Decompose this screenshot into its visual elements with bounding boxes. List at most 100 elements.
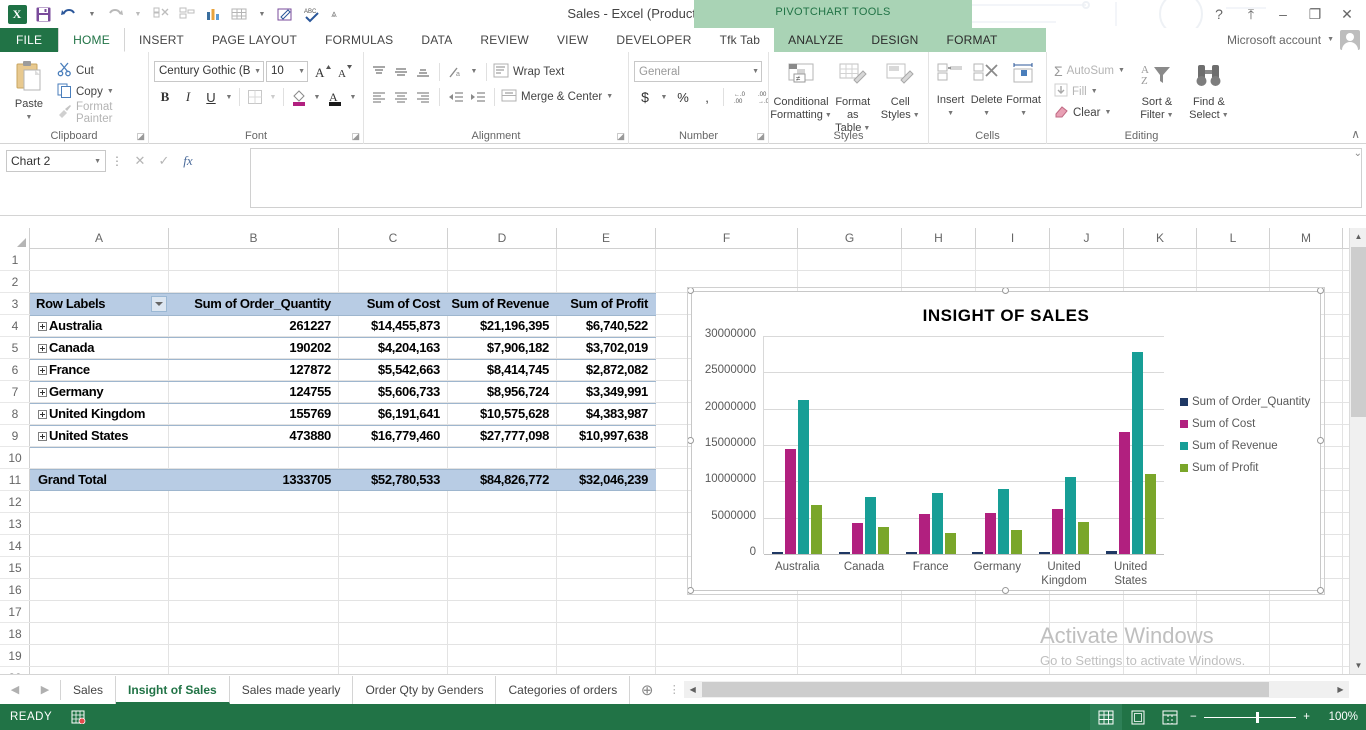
tab-review[interactable]: REVIEW xyxy=(466,28,543,52)
format-painter-button[interactable]: Format Painter xyxy=(55,101,143,125)
column-header-H[interactable]: H xyxy=(902,228,976,249)
delete-cells-dropdown-icon[interactable]: ▼ xyxy=(983,107,990,120)
paste-button[interactable]: Paste ▼ xyxy=(5,56,53,124)
sheet-tab-categories-of-orders[interactable]: Categories of orders xyxy=(496,675,631,704)
column-header-D[interactable]: D xyxy=(448,228,557,249)
row-header-7[interactable]: 7 xyxy=(0,381,30,403)
chart-title[interactable]: INSIGHT OF SALES xyxy=(692,306,1320,326)
clear-button[interactable]: Clear ▼ xyxy=(1052,102,1127,123)
undo-dropdown-icon[interactable]: ▼ xyxy=(82,2,102,26)
find-select-dropdown-icon[interactable]: ▼ xyxy=(1222,109,1229,122)
collapse-ribbon-button[interactable]: ∧ xyxy=(1351,127,1360,141)
chart-resize-handle[interactable] xyxy=(687,287,694,294)
increase-font-size-button[interactable]: A xyxy=(312,60,334,82)
chart-bar[interactable] xyxy=(1131,352,1143,554)
undo-icon[interactable] xyxy=(56,2,82,26)
row-header-17[interactable]: 17 xyxy=(0,601,30,623)
pivotchart[interactable]: INSIGHT OF SALES 0 5000000 10000000 1500000… xyxy=(691,291,1321,591)
fill-color-dropdown-icon[interactable]: ▼ xyxy=(311,86,323,108)
italic-button[interactable]: I xyxy=(177,86,199,108)
tab-page-layout[interactable]: PAGE LAYOUT xyxy=(198,28,311,52)
chart-bar[interactable] xyxy=(798,399,810,554)
fill-button[interactable]: Fill ▼ xyxy=(1052,81,1127,102)
zoom-out-button[interactable]: − xyxy=(1190,711,1197,723)
cut-button[interactable]: Cut xyxy=(55,60,143,81)
row-header-15[interactable]: 15 xyxy=(0,557,30,579)
name-box[interactable]: Chart 2 ▼ xyxy=(6,150,106,172)
chart-legend-item[interactable]: Sum of Revenue xyxy=(1180,440,1278,452)
column-header-M[interactable]: M xyxy=(1270,228,1343,249)
row-labels-filter-button[interactable] xyxy=(151,296,167,312)
pivot-qat-icon[interactable] xyxy=(174,2,200,26)
horizontal-scroll-thumb[interactable] xyxy=(702,682,1269,697)
row-header-11[interactable]: 11 xyxy=(0,469,30,491)
zoom-track[interactable] xyxy=(1203,711,1297,723)
normal-view-button[interactable] xyxy=(1090,704,1122,730)
orientation-dropdown-icon[interactable]: ▼ xyxy=(468,62,480,82)
font-family-dropdown-icon[interactable]: ▼ xyxy=(254,68,261,75)
minimize-button[interactable]: – xyxy=(1268,2,1298,26)
chart-bar[interactable] xyxy=(1144,474,1156,554)
row-header-18[interactable]: 18 xyxy=(0,623,30,645)
row-header-13[interactable]: 13 xyxy=(0,513,30,535)
row-header-12[interactable]: 12 xyxy=(0,491,30,513)
align-bottom-button[interactable] xyxy=(413,62,433,82)
wrap-text-button[interactable]: Wrap Text xyxy=(493,61,564,82)
fill-dropdown-icon[interactable]: ▼ xyxy=(1091,88,1098,95)
column-header-I[interactable]: I xyxy=(976,228,1050,249)
ribbon-display-options-button[interactable]: ⤒ xyxy=(1236,2,1266,26)
save-icon[interactable] xyxy=(30,2,56,26)
format-cells-dropdown-icon[interactable]: ▼ xyxy=(1020,107,1027,120)
row-header-5[interactable]: 5 xyxy=(0,337,30,359)
tab-developer[interactable]: DEVELOPER xyxy=(602,28,705,52)
row-header-10[interactable]: 10 xyxy=(0,447,30,469)
zoom-knob[interactable] xyxy=(1255,711,1259,723)
format-cells-button[interactable]: Format ▼ xyxy=(1006,60,1041,120)
page-layout-view-button[interactable] xyxy=(1122,704,1154,730)
sort-filter-dropdown-icon[interactable]: ▼ xyxy=(1167,109,1174,122)
conditional-formatting-button[interactable]: ≠ Conditional Formatting ▼ xyxy=(770,60,832,122)
chart-bar[interactable] xyxy=(1011,529,1023,554)
align-middle-button[interactable] xyxy=(391,62,411,82)
font-dialog-launcher[interactable]: ◪ xyxy=(351,131,360,142)
sheet-overflow-button[interactable]: ⋮ xyxy=(664,683,684,696)
font-color-dropdown-icon[interactable]: ▼ xyxy=(347,86,359,108)
chart-resize-handle[interactable] xyxy=(1317,437,1324,444)
scroll-left-arrow[interactable]: ◀ xyxy=(684,681,701,698)
expand-icon[interactable] xyxy=(38,432,47,442)
expand-icon[interactable] xyxy=(38,410,47,420)
autosum-button[interactable]: Σ AutoSum ▼ xyxy=(1052,60,1127,81)
chart-resize-handle[interactable] xyxy=(687,437,694,444)
font-family-combobox[interactable]: Century Gothic (B ▼ xyxy=(154,60,264,82)
align-left-button[interactable] xyxy=(369,87,389,107)
column-header-F[interactable]: F xyxy=(656,228,798,249)
expand-formula-bar-button[interactable]: ⌄ xyxy=(1354,148,1362,159)
fill-color-button[interactable] xyxy=(288,86,310,108)
chart-bar[interactable] xyxy=(811,505,823,554)
chart-bar[interactable] xyxy=(852,523,863,554)
font-color-button[interactable]: A xyxy=(324,86,346,108)
redo-dropdown-icon[interactable]: ▼ xyxy=(128,2,148,26)
name-box-dropdown-icon[interactable]: ▼ xyxy=(94,158,101,165)
chart-bar[interactable] xyxy=(998,488,1010,554)
chart-bar[interactable] xyxy=(944,533,956,554)
macro-record-icon[interactable] xyxy=(70,710,86,725)
expand-icon[interactable] xyxy=(38,366,47,376)
tab-file[interactable]: FILE xyxy=(0,28,59,52)
help-button[interactable]: ? xyxy=(1204,2,1234,26)
table-qat-dropdown-icon[interactable]: ▼ xyxy=(252,2,272,26)
chart-bar[interactable] xyxy=(918,513,930,554)
underline-button[interactable]: U xyxy=(200,86,222,108)
scroll-up-arrow[interactable]: ▲ xyxy=(1350,228,1366,245)
clipboard-dialog-launcher[interactable]: ◪ xyxy=(136,131,145,142)
bold-button[interactable]: B xyxy=(154,86,176,108)
redo-icon[interactable] xyxy=(102,2,128,26)
table-qat-icon[interactable] xyxy=(226,2,252,26)
chart-resize-handle[interactable] xyxy=(1002,587,1009,594)
avatar[interactable] xyxy=(1340,30,1360,50)
chart-bar[interactable] xyxy=(1118,432,1130,554)
vertical-scroll-thumb[interactable] xyxy=(1351,247,1366,417)
find-select-button[interactable]: Find & Select ▼ xyxy=(1187,60,1231,122)
tab-view[interactable]: VIEW xyxy=(543,28,602,52)
autosum-dropdown-icon[interactable]: ▼ xyxy=(1118,67,1125,74)
